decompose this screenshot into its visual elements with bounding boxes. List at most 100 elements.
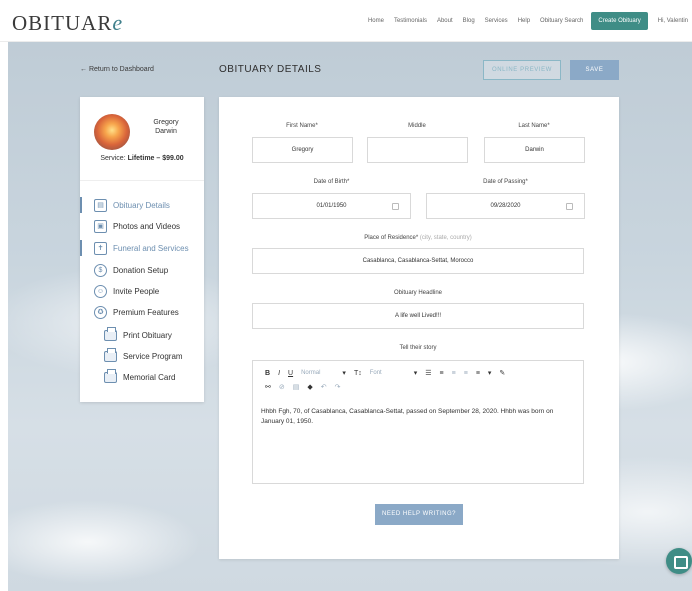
sidebar-item-label: Photos and Videos bbox=[113, 221, 181, 231]
service-prefix: Service: bbox=[100, 155, 128, 162]
headline-label: Obituary Headline bbox=[393, 290, 443, 296]
residence-label-text: Place of Residence* bbox=[364, 235, 419, 241]
indent-icon[interactable]: ≡ bbox=[452, 370, 456, 377]
nav-blog[interactable]: Blog bbox=[463, 12, 475, 30]
printer-icon bbox=[104, 326, 117, 341]
residence-hint: (city, state, country) bbox=[418, 235, 472, 241]
nav-testimonials[interactable]: Testimonials bbox=[394, 12, 427, 30]
unlink-icon[interactable]: ⊘ bbox=[279, 383, 285, 391]
font-family-select[interactable]: Font bbox=[370, 370, 382, 376]
font-size-button[interactable]: T↕ bbox=[354, 370, 362, 377]
story-text[interactable]: Hhbh Fgh, 70, of Casablanca, Casablanca-… bbox=[261, 407, 577, 427]
nav-help[interactable]: Help bbox=[518, 12, 530, 30]
service-value: Lifetime – $99.00 bbox=[127, 155, 184, 162]
story-label: Tell their story bbox=[399, 345, 437, 351]
profile-first-name: Gregory bbox=[153, 119, 179, 126]
sidebar-item-label: Service Program bbox=[123, 351, 183, 361]
service-plan: Service: Lifetime – $99.00 bbox=[80, 155, 204, 162]
italic-button[interactable]: I bbox=[278, 370, 280, 377]
active-indicator bbox=[80, 240, 82, 256]
undo-icon[interactable]: ↶ bbox=[321, 383, 327, 391]
sidebar-subitem-service-program[interactable]: Service Program bbox=[80, 347, 183, 364]
sidebar: Gregory Darwin Service: Lifetime – $99.0… bbox=[80, 97, 204, 402]
return-to-dashboard-link[interactable]: ← Return to Dashboard bbox=[80, 66, 154, 73]
sidebar-item-label: Premium Features bbox=[113, 307, 179, 317]
middle-name-label: Middle bbox=[408, 123, 426, 129]
logo-text: OBITUAR bbox=[12, 11, 113, 35]
avatar bbox=[94, 114, 130, 150]
create-obituary-button[interactable]: Create Obituary bbox=[591, 12, 648, 30]
underline-button[interactable]: U bbox=[288, 370, 293, 377]
save-button[interactable]: SAVE bbox=[570, 60, 619, 80]
online-preview-button[interactable]: ONLINE PREVIEW bbox=[483, 60, 561, 80]
sidebar-item-label: Print Obituary bbox=[123, 330, 172, 340]
image-icon[interactable]: ▤ bbox=[293, 383, 300, 391]
sidebar-item-photos-videos[interactable]: ▣ Photos and Videos bbox=[80, 218, 180, 234]
chevron-down-icon[interactable]: ▾ bbox=[488, 369, 492, 377]
dollar-icon: $ bbox=[94, 263, 107, 277]
page-title: OBITUARY DETAILS bbox=[219, 64, 322, 75]
main-nav: Home Testimonials About Blog Services He… bbox=[358, 12, 688, 30]
highlight-icon[interactable]: ✎ bbox=[499, 369, 505, 377]
headline-field[interactable]: A life well Lived!!! bbox=[252, 303, 584, 329]
date-of-passing-value: 09/28/2020 bbox=[490, 203, 521, 209]
editor-toolbar-row-2: ⚯ ⊘ ▤ ◆ ↶ ↷ bbox=[265, 383, 349, 391]
date-of-birth-value: 01/01/1950 bbox=[316, 203, 347, 209]
middle-name-field[interactable] bbox=[367, 137, 468, 163]
residence-label: Place of Residence* (city, state, countr… bbox=[252, 235, 584, 241]
date-of-passing-field[interactable]: 09/28/2020 bbox=[426, 193, 585, 219]
profile-name: Gregory Darwin bbox=[136, 118, 196, 136]
nav-about[interactable]: About bbox=[437, 12, 453, 30]
nav-home[interactable]: Home bbox=[368, 12, 384, 30]
sidebar-subitem-memorial-card[interactable]: Memorial Card bbox=[80, 368, 176, 385]
numbered-list-icon[interactable]: ≡ bbox=[440, 370, 444, 377]
nav-obituary-search[interactable]: Obituary Search bbox=[540, 12, 583, 30]
sidebar-item-label: Funeral and Services bbox=[113, 243, 189, 253]
chat-icon[interactable] bbox=[666, 548, 692, 574]
profile-last-name: Darwin bbox=[155, 128, 177, 135]
sidebar-item-label: Obituary Details bbox=[113, 200, 170, 210]
user-greeting[interactable]: Hi, Valentin bbox=[658, 12, 688, 30]
document-icon: ▤ bbox=[94, 198, 107, 212]
calendar-icon[interactable] bbox=[566, 203, 573, 210]
sidebar-item-invite-people[interactable]: ☺ Invite People bbox=[80, 283, 159, 299]
last-name-label: Last Name* bbox=[518, 123, 550, 129]
link-icon[interactable]: ⚯ bbox=[265, 383, 271, 391]
chevron-down-icon[interactable]: ▾ bbox=[414, 369, 418, 377]
award-icon: ✪ bbox=[94, 305, 107, 319]
dop-label: Date of Passing* bbox=[483, 179, 528, 185]
date-of-birth-field[interactable]: 01/01/1950 bbox=[252, 193, 411, 219]
outdent-icon[interactable]: ≡ bbox=[464, 370, 468, 377]
first-name-field[interactable]: Gregory bbox=[252, 137, 353, 163]
bold-button[interactable]: B bbox=[265, 370, 270, 377]
sidebar-item-label: Donation Setup bbox=[113, 265, 169, 275]
need-help-writing-button[interactable]: NEED HELP WRITING? bbox=[375, 504, 463, 525]
logo-e: e bbox=[112, 10, 124, 35]
sidebar-item-label: Invite People bbox=[113, 286, 160, 296]
eraser-icon[interactable]: ◆ bbox=[307, 383, 312, 391]
chevron-down-icon[interactable]: ▾ bbox=[342, 369, 346, 377]
dob-label: Date of Birth* bbox=[313, 179, 350, 185]
sidebar-item-obituary-details[interactable]: ▤ Obituary Details bbox=[80, 197, 170, 213]
obituary-details-form: First Name* Middle Last Name* Gregory Da… bbox=[219, 97, 619, 559]
sidebar-subitem-print-obituary[interactable]: Print Obituary bbox=[80, 326, 172, 343]
paragraph-style-select[interactable]: Normal bbox=[301, 370, 320, 376]
residence-field[interactable]: Casablanca, Casablanca-Settat, Morocco bbox=[252, 248, 584, 274]
sidebar-item-funeral-services[interactable]: ✝ Funeral and Services bbox=[80, 240, 189, 256]
redo-icon[interactable]: ↷ bbox=[335, 383, 341, 391]
editor-toolbar-row-1: B I U Normal ▾ T↕ Font ▾ ☰ ≡ ≡ ≡ ≡ ▾ ✎ bbox=[265, 369, 513, 378]
story-editor[interactable]: B I U Normal ▾ T↕ Font ▾ ☰ ≡ ≡ ≡ ≡ ▾ ✎ ⚯… bbox=[252, 360, 584, 484]
cross-icon: ✝ bbox=[94, 241, 107, 255]
nav-services[interactable]: Services bbox=[485, 12, 508, 30]
logo[interactable]: OBITUARe bbox=[12, 10, 123, 36]
align-icon[interactable]: ≡ bbox=[476, 370, 480, 377]
printer-icon bbox=[104, 368, 117, 383]
sidebar-item-premium-features[interactable]: ✪ Premium Features bbox=[80, 304, 179, 320]
last-name-field[interactable]: Darwin bbox=[484, 137, 585, 163]
sidebar-item-label: Memorial Card bbox=[123, 372, 176, 382]
bullet-list-icon[interactable]: ☰ bbox=[425, 369, 431, 377]
sidebar-item-donation-setup[interactable]: $ Donation Setup bbox=[80, 262, 168, 278]
calendar-icon[interactable] bbox=[392, 203, 399, 210]
printer-icon bbox=[104, 347, 117, 362]
first-name-label: First Name* bbox=[286, 123, 318, 129]
